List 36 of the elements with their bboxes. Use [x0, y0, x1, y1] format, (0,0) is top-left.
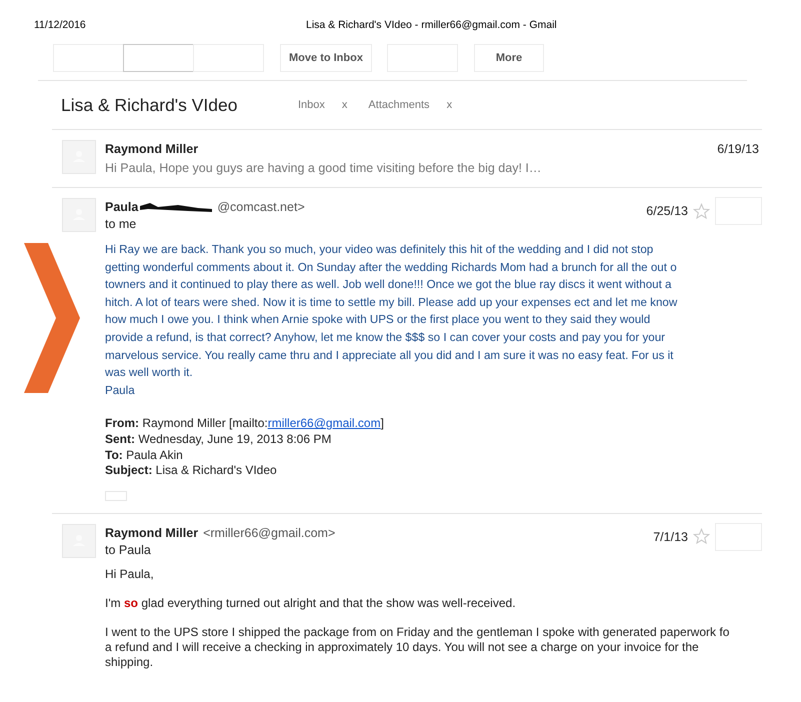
show-trimmed-button[interactable] [105, 490, 127, 501]
move-to-inbox-button[interactable]: Move to Inbox [280, 44, 372, 72]
avatar-icon [62, 198, 96, 232]
quoted-header-line: Sent: Wednesday, June 19, 2013 8:06 PM [105, 432, 332, 448]
message-date: 6/25/13 [646, 204, 688, 218]
message-paragraph: Hi Paula, [105, 566, 155, 582]
avatar-icon [62, 524, 96, 558]
star-icon[interactable] [693, 528, 710, 546]
quoted-header-line: From: Raymond Miller [mailto:rmiller66@gmail.com] [105, 416, 385, 432]
remove-label-button[interactable]: x [446, 99, 452, 111]
message-body: Hi Ray we are back. Thank you so much, your video was definitely this hit of the wedding and I did not stop getting wonderful comments about it. On Sunday after the wedding Richards Mom had a brunch for all the out o towners and it continued to play there as well. Job well done!!! Once we got the blue ray discs it went without a hitch. A lot of tears were shed. Now it is time to settle my bill. Please add up your expenses ect and let me know how much I owe you. I think when Arnie spoke with UPS or the first place you went to they said they would provide a refund, is that correct? Anyhow, let me know the $$$ so I can cover your costs and pay you for your marvelous service. You really came thru and I appreciate all you did and I am sure it was no easy feat. For us it was well worth it. Paula [105, 242, 678, 399]
message-paragraph: I went to the UPS store I shipped the package from on Friday and the gentleman I spoke with generated paperwork fo a refund and I will receive a checking in approximately 10 days. You will not see a charge on your invoice for the shipping. [105, 624, 730, 670]
recipient-line: to me [105, 217, 138, 231]
conversation-subject: Lisa & Richard's VIdeo [61, 94, 238, 116]
sender-address: <rmiller66@gmail.com> [203, 526, 336, 540]
label-tag[interactable]: Inbox [298, 99, 325, 111]
quoted-header-line: Subject: Lisa & Richard's VIdeo [105, 463, 278, 479]
print-date: 11/12/2016 [34, 19, 86, 31]
remove-label-button[interactable]: x [342, 99, 348, 111]
more-button[interactable]: More [474, 44, 544, 72]
page-title: Lisa & Richard's VIdeo - rmiller66@gmail.com - Gmail [306, 19, 557, 31]
email-link[interactable]: rmiller66@gmail.com [268, 416, 381, 430]
message-snippet: Hi Paula, Hope you guys are having a good time visiting before the big day! I… [105, 161, 542, 175]
sender-address: @comcast.net> [217, 200, 305, 214]
quoted-header-line: To: Paula Akin [105, 448, 184, 464]
message-date: 6/19/13 [717, 142, 759, 156]
sender-name: Raymond Miller [105, 526, 198, 540]
sender-name: Paula [105, 200, 138, 214]
sender-name: Raymond Miller [105, 142, 198, 156]
label-tag[interactable]: Attachments [368, 99, 430, 111]
avatar-icon [62, 140, 96, 174]
toolbar-button[interactable] [123, 44, 194, 72]
message-date: 7/1/13 [653, 530, 688, 544]
recipient-line: to Paula [105, 542, 152, 557]
star-icon[interactable] [693, 202, 710, 220]
message-paragraph: I'm so glad everything turned out alright and that the show was well-received. [105, 596, 517, 611]
